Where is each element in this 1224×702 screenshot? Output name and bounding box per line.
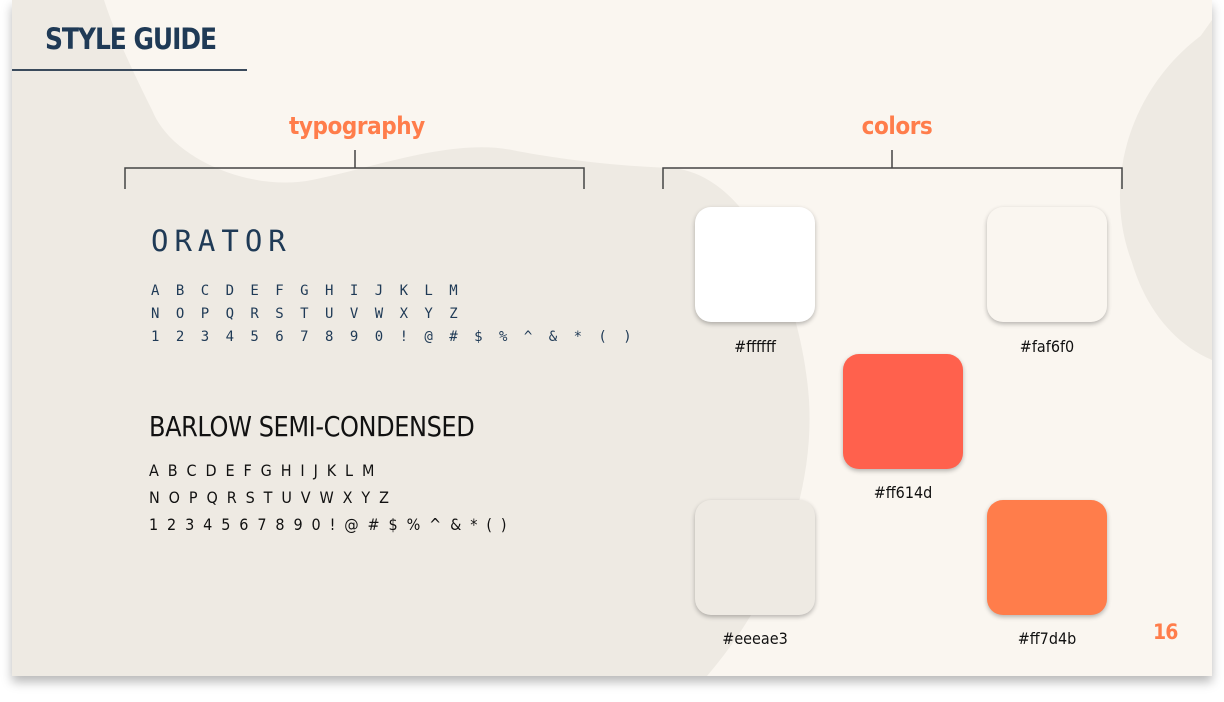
slide: STYLE GUIDE typography colors ORATOR A B… xyxy=(12,0,1212,676)
color-label-red-orange: #ff614d xyxy=(873,483,933,502)
color-swatch-cream xyxy=(987,207,1107,322)
color-swatch-beige xyxy=(695,500,815,615)
title-underline xyxy=(12,69,247,71)
barlow-sample-line-2: N O P Q R S T U V W X Y Z xyxy=(149,488,392,507)
page-number: 16 xyxy=(1153,620,1178,644)
colors-heading: colors xyxy=(861,112,933,140)
orator-font-name: ORATOR xyxy=(151,224,292,258)
barlow-sample-line-3: 1 2 3 4 5 6 7 8 9 0 ! @ # $ % ^ & * ( ) xyxy=(149,515,509,534)
barlow-sample-line-1: A B C D E F G H I J K L M xyxy=(149,461,377,480)
color-label-beige: #eeeae3 xyxy=(722,629,788,648)
color-label-white: #ffffff xyxy=(734,337,776,356)
color-label-orange: #ff7d4b xyxy=(1017,629,1077,648)
color-label-cream: #faf6f0 xyxy=(1019,337,1075,356)
color-swatch-white xyxy=(695,207,815,322)
orator-sample-line-1: A B C D E F G H I J K L M xyxy=(151,283,462,299)
barlow-font-name: BARLOW SEMI-CONDENSED xyxy=(149,410,475,443)
typography-heading: typography xyxy=(289,112,425,140)
orator-sample-line-2: N O P Q R S T U V W X Y Z xyxy=(151,306,462,322)
orator-sample-line-3: 1 2 3 4 5 6 7 8 9 0 ! @ # $ % ^ & * ( ) xyxy=(151,329,636,345)
page-title: STYLE GUIDE xyxy=(45,22,217,56)
color-swatch-orange xyxy=(987,500,1107,615)
color-swatch-red-orange xyxy=(843,354,963,469)
